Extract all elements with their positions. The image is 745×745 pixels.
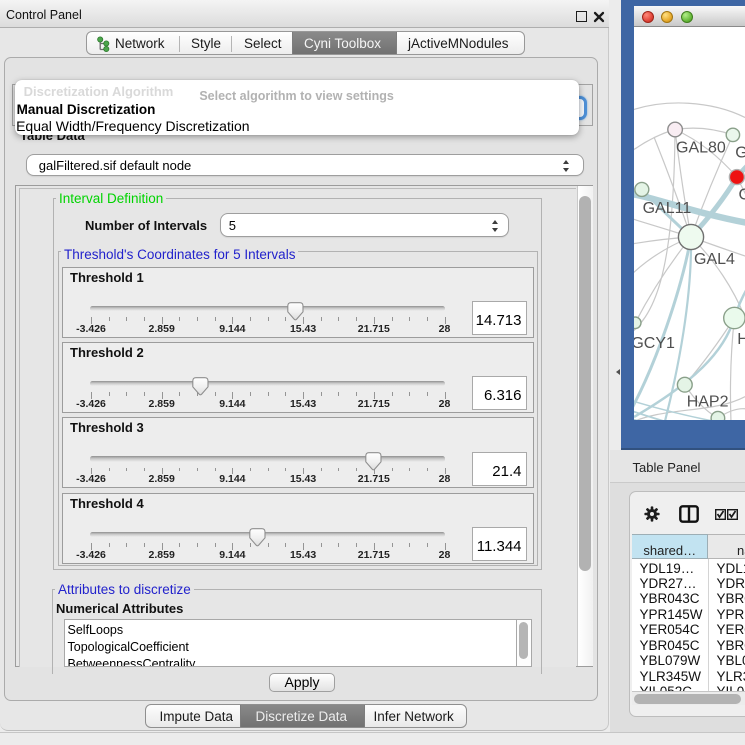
svg-text:GCY1: GCY1 — [634, 335, 675, 352]
svg-text:G...: G... — [735, 145, 745, 162]
svg-text:GAL4: GAL4 — [694, 251, 735, 268]
svg-text:HAP2: HAP2 — [686, 394, 728, 411]
svg-text:GAL80: GAL80 — [676, 139, 726, 156]
svg-text:C: C — [738, 186, 745, 203]
svg-text:GAL11: GAL11 — [642, 200, 691, 217]
svg-text:H: H — [737, 331, 745, 348]
